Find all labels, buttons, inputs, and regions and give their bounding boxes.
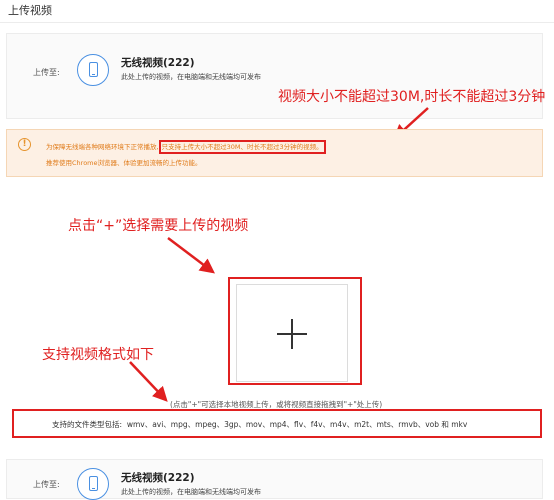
formats-list: wmv、avi、mpg、mpeg、3gp、mov、mp4、flv、f4v、m4v… [126,420,468,429]
notice-line-2: 推荐使用Chrome浏览器、体验更加流畅的上传功能。 [46,159,202,167]
notice-prefix: 为保障无线端各种网络环境下正常播放, [46,143,159,151]
mobile-phone-icon-2 [89,476,98,491]
category-selector-2[interactable] [77,468,109,500]
arrow-to-formats [129,361,168,402]
annotation-upload-outline [228,277,362,385]
notice-line-1: 为保障无线端各种网络环境下正常播放, 只支持上传大小不超过30M、时长不超过3分钟… [46,140,326,154]
arrow-to-upload-box [167,237,215,274]
supported-formats-line: 支持的文件类型包括: wmv、avi、mpg、mpeg、3gp、mov、mp4、… [52,419,467,430]
upload-to-label-2: 上传至: [33,480,60,489]
plus-icon-vertical[interactable] [291,319,293,349]
annotation-supported-formats: 支持视频格式如下 [42,347,154,363]
category-description-2: 此处上传的视频，在电脑端和无线端均可发布 [121,488,261,496]
notice-size-highlight: 只支持上传大小不超过30M、时长不超过3分钟的视频。 [158,140,326,154]
warning-circle-icon: ! [18,138,31,151]
formats-label: 支持的文件类型包括: [52,420,123,429]
category-name-2: 无线视频(222) [121,472,195,484]
annotation-click-plus: 点击“+”选择需要上传的视频 [68,218,249,234]
